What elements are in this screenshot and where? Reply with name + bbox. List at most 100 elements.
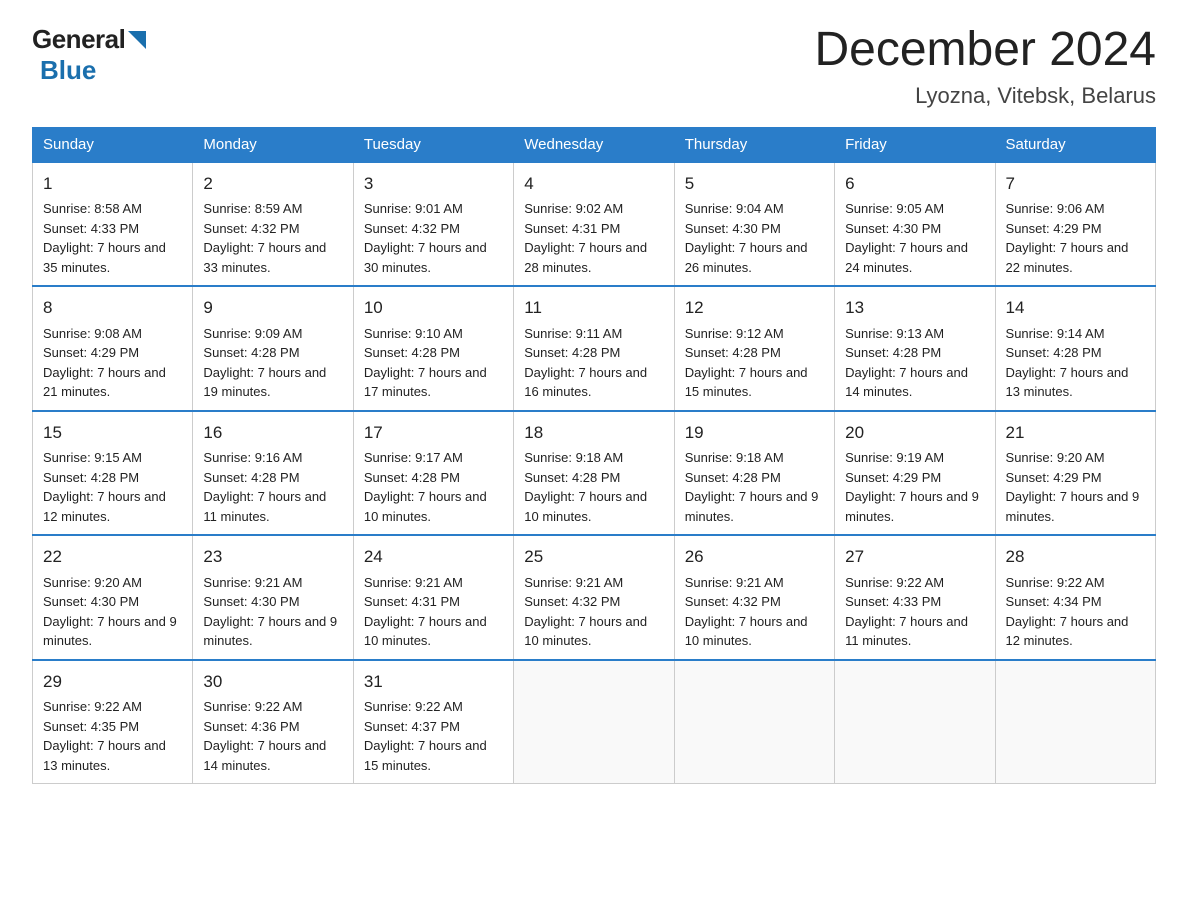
day-sun-info: Sunrise: 9:18 AMSunset: 4:28 PMDaylight:…	[685, 450, 819, 524]
day-number: 28	[1006, 544, 1145, 570]
day-sun-info: Sunrise: 9:22 AMSunset: 4:36 PMDaylight:…	[203, 699, 326, 773]
day-sun-info: Sunrise: 9:04 AMSunset: 4:30 PMDaylight:…	[685, 201, 808, 275]
calendar-week-row: 22 Sunrise: 9:20 AMSunset: 4:30 PMDayligh…	[33, 535, 1156, 660]
calendar-cell: 16 Sunrise: 9:16 AMSunset: 4:28 PMDayligh…	[193, 411, 353, 536]
calendar-cell: 9 Sunrise: 9:09 AMSunset: 4:28 PMDaylight…	[193, 286, 353, 411]
day-sun-info: Sunrise: 9:08 AMSunset: 4:29 PMDaylight:…	[43, 326, 166, 400]
logo-blue-text: Blue	[40, 55, 96, 85]
calendar-cell: 19 Sunrise: 9:18 AMSunset: 4:28 PMDayligh…	[674, 411, 834, 536]
day-number: 2	[203, 171, 342, 197]
calendar-cell: 6Sunrise: 9:05 AMSunset: 4:30 PMDaylight…	[835, 162, 995, 287]
calendar-week-row: 1Sunrise: 8:58 AMSunset: 4:33 PMDaylight…	[33, 162, 1156, 287]
day-number: 29	[43, 669, 182, 695]
day-sun-info: Sunrise: 9:21 AMSunset: 4:32 PMDaylight:…	[524, 575, 647, 649]
day-number: 12	[685, 295, 824, 321]
day-sun-info: Sunrise: 9:16 AMSunset: 4:28 PMDaylight:…	[203, 450, 326, 524]
day-number: 31	[364, 669, 503, 695]
logo-general-text: General	[32, 24, 125, 55]
day-number: 16	[203, 420, 342, 446]
calendar-cell: 12 Sunrise: 9:12 AMSunset: 4:28 PMDayligh…	[674, 286, 834, 411]
day-sun-info: Sunrise: 9:22 AMSunset: 4:35 PMDaylight:…	[43, 699, 166, 773]
day-sun-info: Sunrise: 9:14 AMSunset: 4:28 PMDaylight:…	[1006, 326, 1129, 400]
day-sun-info: Sunrise: 9:01 AMSunset: 4:32 PMDaylight:…	[364, 201, 487, 275]
day-sun-info: Sunrise: 9:13 AMSunset: 4:28 PMDaylight:…	[845, 326, 968, 400]
calendar-cell: 22 Sunrise: 9:20 AMSunset: 4:30 PMDayligh…	[33, 535, 193, 660]
calendar-cell: 15Sunrise: 9:15 AMSunset: 4:28 PMDayligh…	[33, 411, 193, 536]
calendar-cell: 30Sunrise: 9:22 AMSunset: 4:36 PMDayligh…	[193, 660, 353, 784]
day-number: 18	[524, 420, 663, 446]
day-sun-info: Sunrise: 9:21 AMSunset: 4:30 PMDaylight:…	[203, 575, 337, 649]
col-header-monday: Monday	[193, 127, 353, 162]
col-header-sunday: Sunday	[33, 127, 193, 162]
col-header-thursday: Thursday	[674, 127, 834, 162]
calendar-cell: 23 Sunrise: 9:21 AMSunset: 4:30 PMDayligh…	[193, 535, 353, 660]
calendar-cell: 8 Sunrise: 9:08 AMSunset: 4:29 PMDaylight…	[33, 286, 193, 411]
day-number: 26	[685, 544, 824, 570]
day-sun-info: Sunrise: 9:02 AMSunset: 4:31 PMDaylight:…	[524, 201, 647, 275]
day-number: 14	[1006, 295, 1145, 321]
col-header-tuesday: Tuesday	[353, 127, 513, 162]
day-sun-info: Sunrise: 9:18 AMSunset: 4:28 PMDaylight:…	[524, 450, 647, 524]
calendar-week-row: 29 Sunrise: 9:22 AMSunset: 4:35 PMDayligh…	[33, 660, 1156, 784]
day-sun-info: Sunrise: 9:11 AMSunset: 4:28 PMDaylight:…	[524, 326, 647, 400]
day-number: 17	[364, 420, 503, 446]
day-number: 7	[1006, 171, 1145, 197]
calendar-header-row: SundayMondayTuesdayWednesdayThursdayFrid…	[33, 127, 1156, 162]
calendar-week-row: 8 Sunrise: 9:08 AMSunset: 4:29 PMDaylight…	[33, 286, 1156, 411]
month-year-title: December 2024	[814, 24, 1156, 77]
day-sun-info: Sunrise: 8:59 AMSunset: 4:32 PMDaylight:…	[203, 201, 326, 275]
day-number: 23	[203, 544, 342, 570]
page-header: General Blue December 2024 Lyozna, Viteb…	[32, 24, 1156, 109]
calendar-cell: 20 Sunrise: 9:19 AMSunset: 4:29 PMDayligh…	[835, 411, 995, 536]
col-header-friday: Friday	[835, 127, 995, 162]
day-number: 4	[524, 171, 663, 197]
day-sun-info: Sunrise: 9:19 AMSunset: 4:29 PMDaylight:…	[845, 450, 979, 524]
calendar-cell: 10Sunrise: 9:10 AMSunset: 4:28 PMDayligh…	[353, 286, 513, 411]
day-sun-info: Sunrise: 9:09 AMSunset: 4:28 PMDaylight:…	[203, 326, 326, 400]
calendar-cell: 27 Sunrise: 9:22 AMSunset: 4:33 PMDayligh…	[835, 535, 995, 660]
calendar-cell: 11 Sunrise: 9:11 AMSunset: 4:28 PMDayligh…	[514, 286, 674, 411]
calendar-cell: 29 Sunrise: 9:22 AMSunset: 4:35 PMDayligh…	[33, 660, 193, 784]
day-number: 20	[845, 420, 984, 446]
calendar-cell: 2 Sunrise: 8:59 AMSunset: 4:32 PMDaylight…	[193, 162, 353, 287]
calendar-cell: 25 Sunrise: 9:21 AMSunset: 4:32 PMDayligh…	[514, 535, 674, 660]
calendar-cell: 1Sunrise: 8:58 AMSunset: 4:33 PMDaylight…	[33, 162, 193, 287]
day-number: 25	[524, 544, 663, 570]
day-sun-info: Sunrise: 8:58 AMSunset: 4:33 PMDaylight:…	[43, 201, 166, 275]
day-number: 8	[43, 295, 182, 321]
day-sun-info: Sunrise: 9:21 AMSunset: 4:31 PMDaylight:…	[364, 575, 487, 649]
day-number: 6	[845, 171, 984, 197]
day-number: 21	[1006, 420, 1145, 446]
day-sun-info: Sunrise: 9:21 AMSunset: 4:32 PMDaylight:…	[685, 575, 808, 649]
day-number: 19	[685, 420, 824, 446]
day-sun-info: Sunrise: 9:22 AMSunset: 4:33 PMDaylight:…	[845, 575, 968, 649]
day-sun-info: Sunrise: 9:22 AMSunset: 4:34 PMDaylight:…	[1006, 575, 1129, 649]
calendar-cell: 26 Sunrise: 9:21 AMSunset: 4:32 PMDayligh…	[674, 535, 834, 660]
calendar-cell: 21Sunrise: 9:20 AMSunset: 4:29 PMDayligh…	[995, 411, 1155, 536]
calendar-week-row: 15Sunrise: 9:15 AMSunset: 4:28 PMDayligh…	[33, 411, 1156, 536]
day-sun-info: Sunrise: 9:12 AMSunset: 4:28 PMDaylight:…	[685, 326, 808, 400]
calendar-cell: 13 Sunrise: 9:13 AMSunset: 4:28 PMDayligh…	[835, 286, 995, 411]
calendar-cell: 17 Sunrise: 9:17 AMSunset: 4:28 PMDayligh…	[353, 411, 513, 536]
calendar-cell: 28 Sunrise: 9:22 AMSunset: 4:34 PMDayligh…	[995, 535, 1155, 660]
day-number: 9	[203, 295, 342, 321]
day-sun-info: Sunrise: 9:22 AMSunset: 4:37 PMDaylight:…	[364, 699, 487, 773]
day-sun-info: Sunrise: 9:20 AMSunset: 4:30 PMDaylight:…	[43, 575, 177, 649]
calendar-cell: 7 Sunrise: 9:06 AMSunset: 4:29 PMDaylight…	[995, 162, 1155, 287]
calendar-cell: 4 Sunrise: 9:02 AMSunset: 4:31 PMDaylight…	[514, 162, 674, 287]
logo-triangle-icon	[128, 31, 146, 54]
day-number: 13	[845, 295, 984, 321]
day-sun-info: Sunrise: 9:06 AMSunset: 4:29 PMDaylight:…	[1006, 201, 1129, 275]
day-number: 27	[845, 544, 984, 570]
day-number: 3	[364, 171, 503, 197]
day-number: 22	[43, 544, 182, 570]
day-sun-info: Sunrise: 9:17 AMSunset: 4:28 PMDaylight:…	[364, 450, 487, 524]
location-subtitle: Lyozna, Vitebsk, Belarus	[814, 83, 1156, 109]
calendar-table: SundayMondayTuesdayWednesdayThursdayFrid…	[32, 127, 1156, 785]
calendar-cell	[835, 660, 995, 784]
calendar-cell: 5Sunrise: 9:04 AMSunset: 4:30 PMDaylight…	[674, 162, 834, 287]
day-number: 24	[364, 544, 503, 570]
title-block: December 2024 Lyozna, Vitebsk, Belarus	[814, 24, 1156, 109]
calendar-cell: 14 Sunrise: 9:14 AMSunset: 4:28 PMDayligh…	[995, 286, 1155, 411]
day-number: 11	[524, 295, 663, 321]
